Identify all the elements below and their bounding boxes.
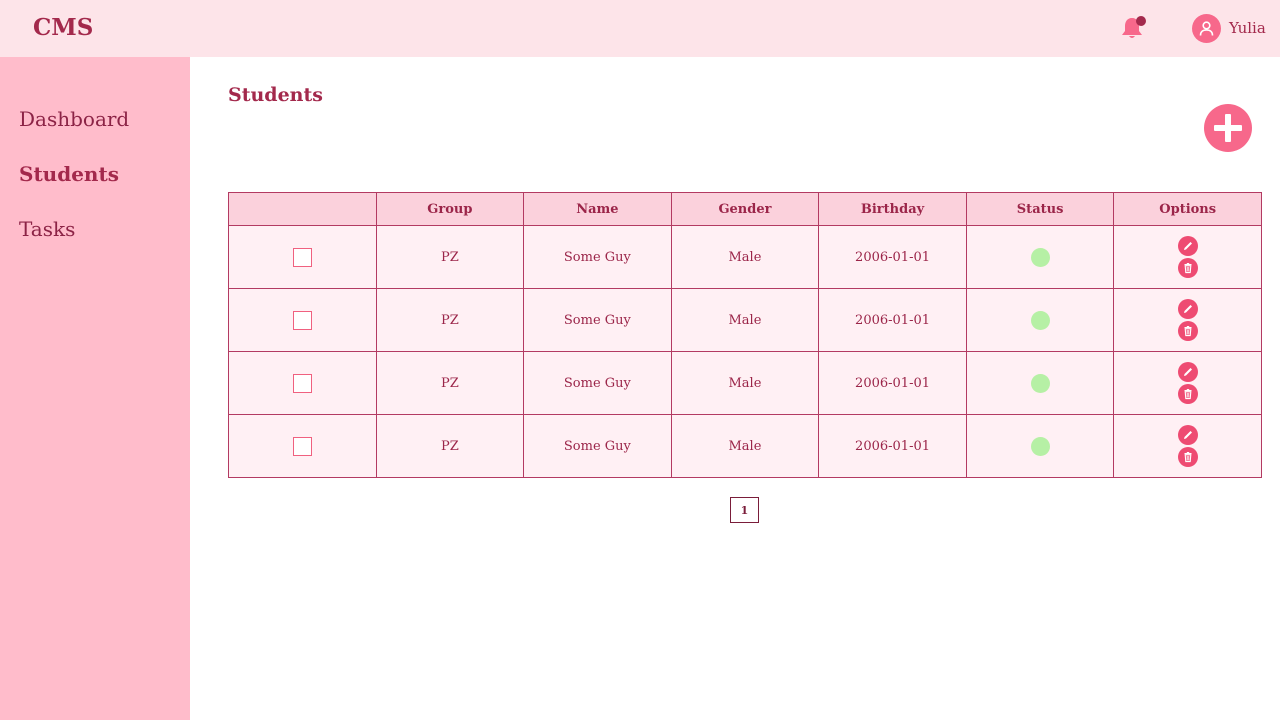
delete-button[interactable] (1177, 321, 1198, 341)
gender-cell: Male (670, 351, 820, 415)
avatar (1192, 13, 1221, 43)
edit-button[interactable] (1177, 362, 1198, 382)
select-cell (228, 288, 377, 352)
gender-cell: Male (670, 414, 820, 478)
table-body: PZ Some Guy Male 2006-01-01 PZ Some Guy Male 20… (228, 225, 1262, 478)
birthday-cell: 2006-01-01 (818, 351, 967, 415)
group-cell: PZ (375, 225, 525, 289)
trash-icon (1184, 263, 1192, 274)
table-header-row: Group Name Gender Birthday Status Option… (228, 192, 1262, 226)
select-cell (228, 351, 377, 415)
edit-button[interactable] (1177, 425, 1198, 445)
select-cell (228, 414, 377, 478)
page-title: Students (228, 84, 323, 106)
row-checkbox[interactable] (292, 436, 312, 456)
name-cell: Some Guy (523, 351, 672, 415)
column-header-status: Status (965, 192, 1115, 226)
pencil-icon (1183, 305, 1192, 313)
top-bar: CMS Yulia (0, 0, 1280, 57)
name-cell: Some Guy (523, 225, 672, 289)
options-cell (1113, 414, 1262, 478)
birthday-cell: 2006-01-01 (818, 225, 967, 289)
sidebar-item-tasks[interactable]: Tasks (19, 217, 75, 241)
edit-button[interactable] (1177, 299, 1198, 319)
user-icon (1199, 20, 1214, 36)
row-checkbox[interactable] (292, 247, 312, 267)
status-cell (965, 414, 1115, 478)
column-header-birthday: Birthday (818, 192, 967, 226)
delete-button[interactable] (1177, 258, 1198, 278)
students-table: Group Name Gender Birthday Status Option… (228, 192, 1262, 478)
birthday-cell: 2006-01-01 (818, 414, 967, 478)
group-cell: PZ (375, 351, 525, 415)
row-checkbox[interactable] (292, 310, 312, 330)
sidebar-item-students[interactable]: Students (19, 162, 119, 186)
column-header-name: Name (523, 192, 672, 226)
trash-icon (1184, 389, 1192, 400)
table-row: PZ Some Guy Male 2006-01-01 (228, 225, 1262, 289)
status-cell (965, 225, 1115, 289)
delete-button[interactable] (1177, 447, 1198, 467)
group-cell: PZ (375, 414, 525, 478)
column-header-gender: Gender (670, 192, 820, 226)
pencil-icon (1183, 242, 1192, 250)
status-indicator (1030, 373, 1050, 393)
name-cell: Some Guy (523, 288, 672, 352)
gender-cell: Male (670, 288, 820, 352)
row-checkbox[interactable] (292, 373, 312, 393)
table-row: PZ Some Guy Male 2006-01-01 (228, 351, 1262, 415)
app-logo: CMS (33, 14, 94, 41)
select-cell (228, 225, 377, 289)
status-indicator (1030, 310, 1050, 330)
user-menu[interactable]: Yulia (1192, 13, 1266, 43)
pencil-icon (1183, 431, 1192, 439)
table-row: PZ Some Guy Male 2006-01-01 (228, 288, 1262, 352)
sidebar-item-dashboard[interactable]: Dashboard (19, 107, 129, 131)
status-indicator (1030, 247, 1050, 267)
column-header-options: Options (1113, 192, 1262, 226)
notification-badge (1136, 16, 1146, 26)
status-indicator (1030, 436, 1050, 456)
pagination-page-1[interactable]: 1 (730, 497, 759, 523)
table-row: PZ Some Guy Male 2006-01-01 (228, 414, 1262, 478)
status-cell (965, 351, 1115, 415)
name-cell: Some Guy (523, 414, 672, 478)
gender-cell: Male (670, 225, 820, 289)
delete-button[interactable] (1177, 384, 1198, 404)
add-student-button[interactable] (1204, 104, 1252, 152)
column-header-group: Group (375, 192, 525, 226)
column-header-select (228, 192, 377, 226)
options-cell (1113, 351, 1262, 415)
sidebar: Dashboard Students Tasks (0, 57, 190, 720)
status-cell (965, 288, 1115, 352)
user-name: Yulia (1229, 19, 1266, 37)
options-cell (1113, 225, 1262, 289)
birthday-cell: 2006-01-01 (818, 288, 967, 352)
options-cell (1113, 288, 1262, 352)
pencil-icon (1183, 368, 1192, 376)
trash-icon (1184, 452, 1192, 463)
group-cell: PZ (375, 288, 525, 352)
notifications-button[interactable] (1118, 14, 1146, 42)
edit-button[interactable] (1177, 236, 1198, 256)
trash-icon (1184, 326, 1192, 337)
